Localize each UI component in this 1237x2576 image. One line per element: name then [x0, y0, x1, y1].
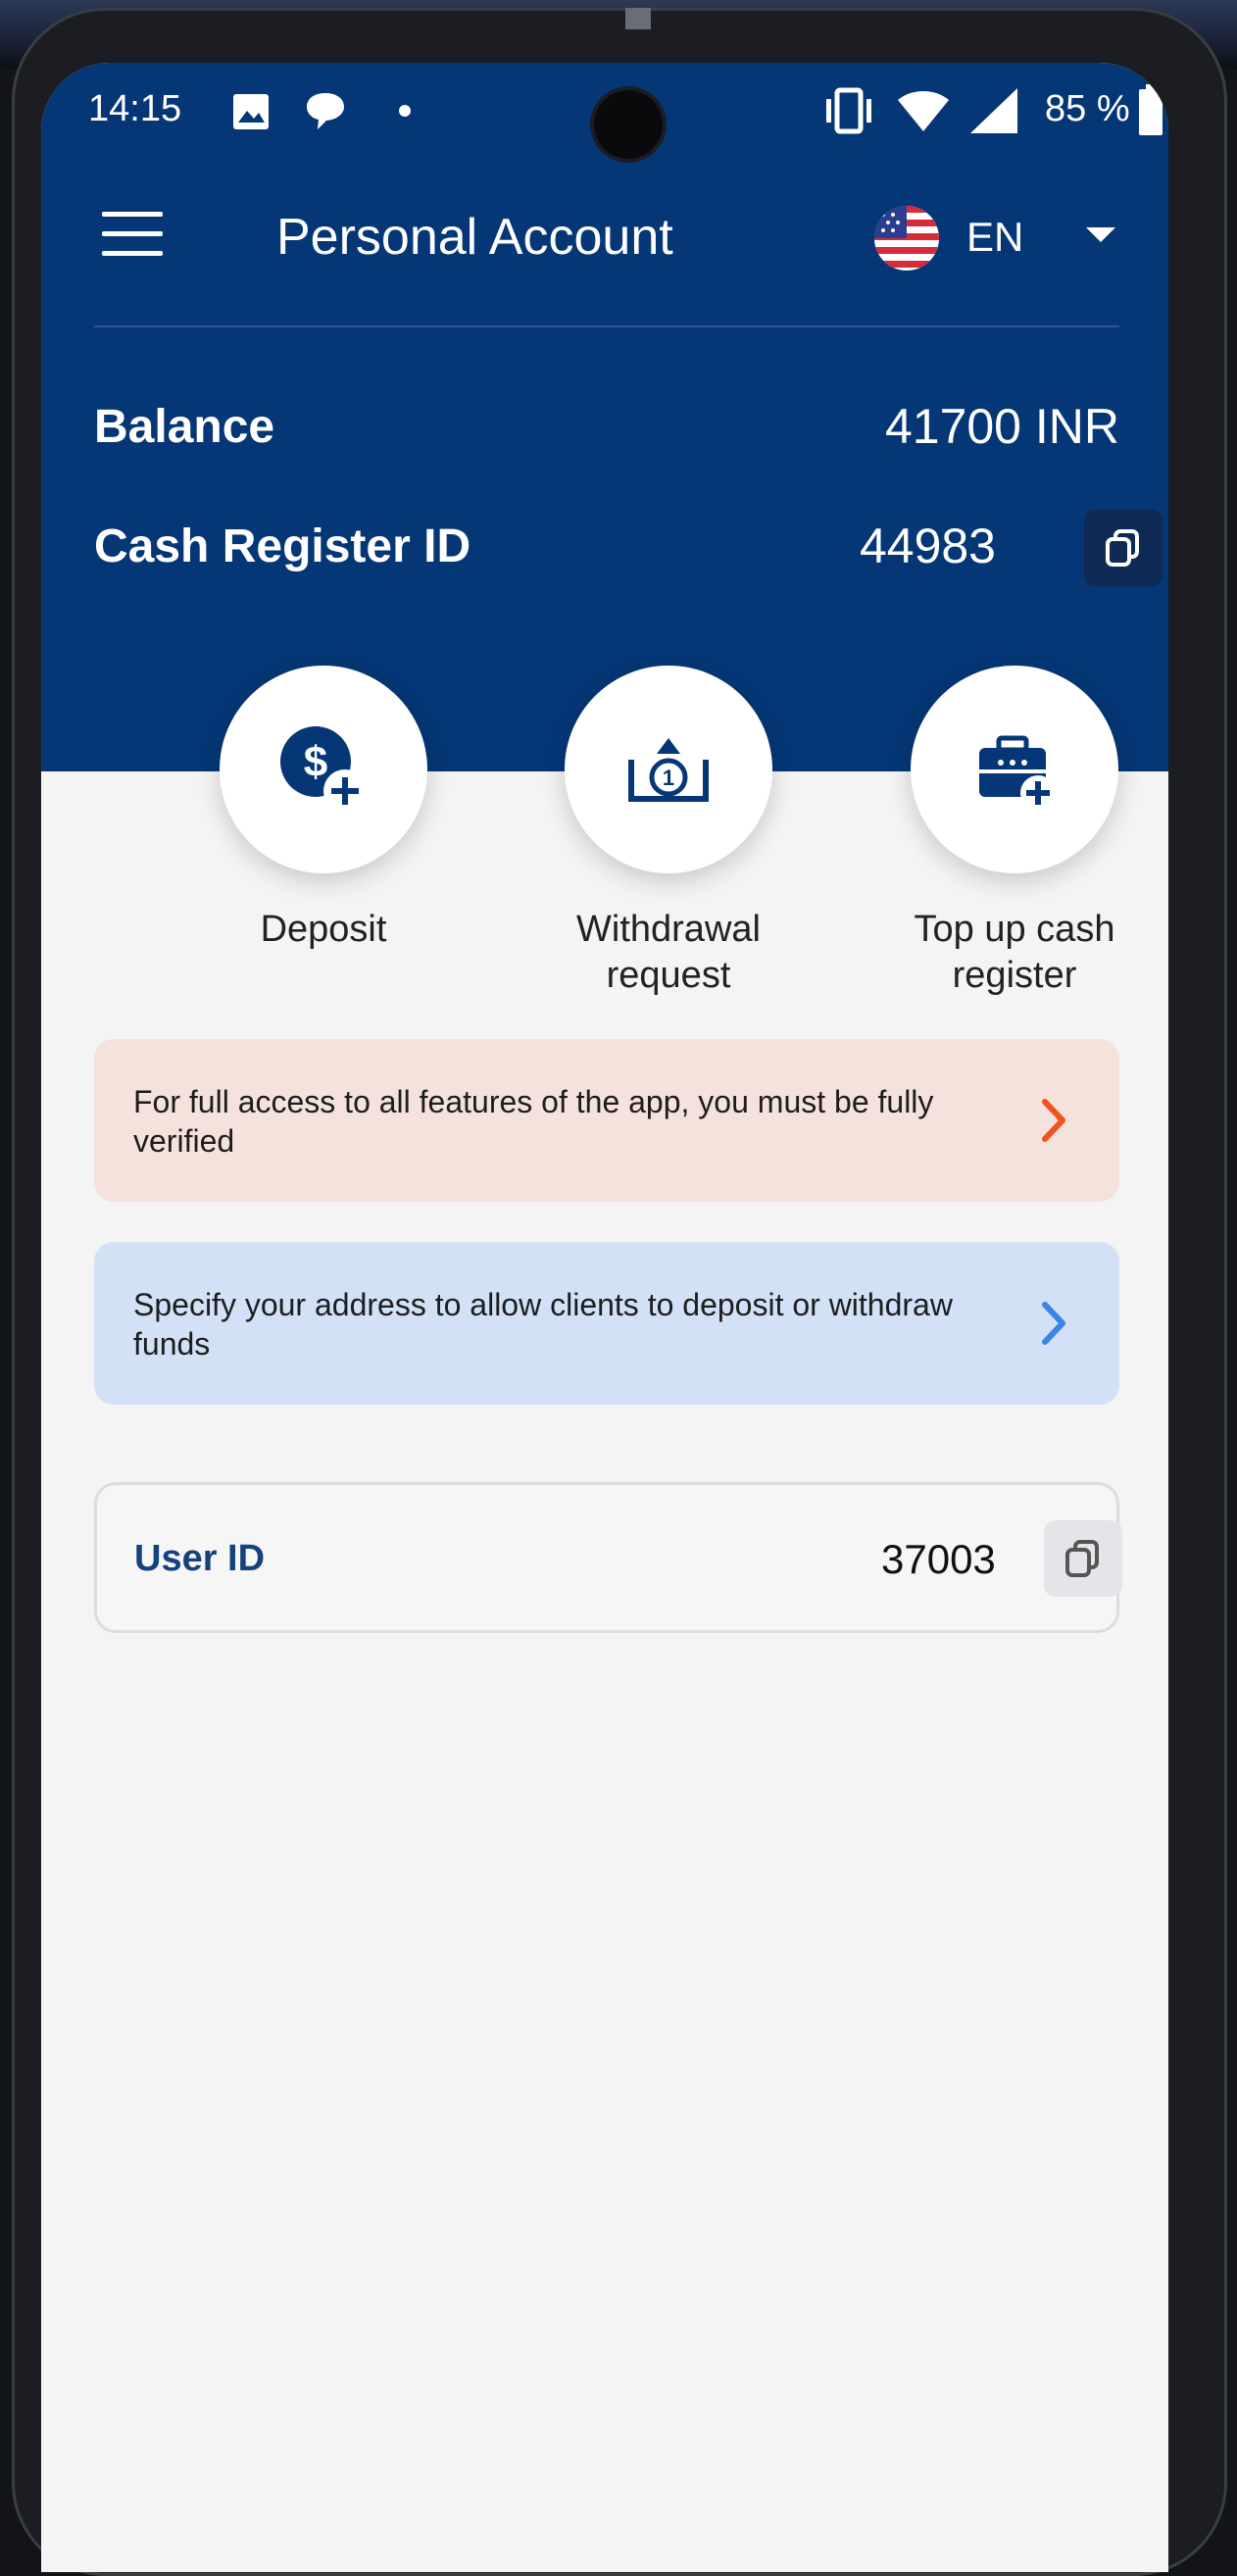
dot-icon	[399, 105, 411, 117]
menu-button[interactable]	[102, 212, 163, 257]
menu-icon-line	[102, 251, 163, 256]
copy-user-id-button[interactable]	[1044, 1520, 1122, 1597]
front-camera	[594, 90, 663, 159]
battery-icon	[1139, 84, 1163, 135]
svg-text:$: $	[304, 738, 327, 786]
header-divider	[94, 325, 1119, 327]
svg-text:1: 1	[663, 766, 674, 790]
wifi-icon	[898, 91, 949, 131]
copy-cash-register-button[interactable]	[1084, 510, 1163, 586]
balance-label: Balance	[94, 401, 275, 453]
copy-icon	[1065, 1540, 1099, 1577]
verification-notice-text: For full access to all features of the a…	[133, 1084, 934, 1159]
status-time: 14:15	[88, 88, 182, 129]
withdrawal-circle: 1	[565, 666, 772, 873]
deposit-button[interactable]: $ Deposit	[157, 666, 490, 953]
signal-icon	[970, 88, 1017, 133]
language-label: EN	[966, 214, 1024, 260]
us-flag-icon	[874, 206, 939, 271]
vibrate-icon	[826, 87, 871, 134]
withdrawal-label: Withdrawal request	[576, 909, 761, 996]
top-up-label: Top up cash register	[914, 909, 1115, 996]
deposit-circle: $	[220, 666, 427, 873]
battery-percent: 85 %	[1045, 88, 1130, 129]
balance-value: 41700 INR	[884, 399, 1119, 454]
menu-icon-line	[102, 212, 163, 217]
user-id-value: 37003	[881, 1536, 996, 1582]
top-up-circle	[911, 666, 1118, 873]
withdraw-tray-icon: 1	[628, 738, 709, 802]
withdrawal-request-button[interactable]: 1 Withdrawal request	[502, 666, 835, 999]
verification-notice[interactable]: For full access to all features of the a…	[94, 1039, 1119, 1202]
user-id-card: User ID 37003	[94, 1482, 1122, 1633]
page-title: Personal Account	[276, 209, 673, 266]
top-up-cash-register-button[interactable]: Top up cash register	[848, 666, 1168, 999]
cash-register-value: 44983	[859, 519, 996, 573]
language-selector[interactable]: EN	[874, 200, 1129, 278]
chevron-right-icon	[1042, 1099, 1065, 1142]
address-notice-text: Specify your address to allow clients to…	[133, 1287, 953, 1362]
speaker-grille	[625, 8, 651, 29]
chevron-right-icon	[1042, 1302, 1065, 1345]
copy-icon	[1106, 529, 1139, 567]
cash-register-label: Cash Register ID	[94, 520, 471, 572]
caret-down-icon	[1086, 227, 1115, 242]
status-bar: 14:15 85 %	[41, 63, 1168, 161]
chat-bubble-icon	[307, 93, 344, 129]
deposit-label: Deposit	[260, 909, 387, 950]
address-notice[interactable]: Specify your address to allow clients to…	[94, 1242, 1119, 1405]
dollar-plus-icon: $	[280, 726, 367, 813]
user-id-label: User ID	[134, 1538, 266, 1579]
image-icon	[233, 94, 269, 129]
app-bar: Personal Account EN	[41, 190, 1168, 298]
menu-icon-line	[102, 231, 163, 236]
briefcase-plus-icon	[979, 735, 1056, 811]
app-screen: 14:15 85 % Personal Account EN Balance 4…	[41, 63, 1168, 2572]
